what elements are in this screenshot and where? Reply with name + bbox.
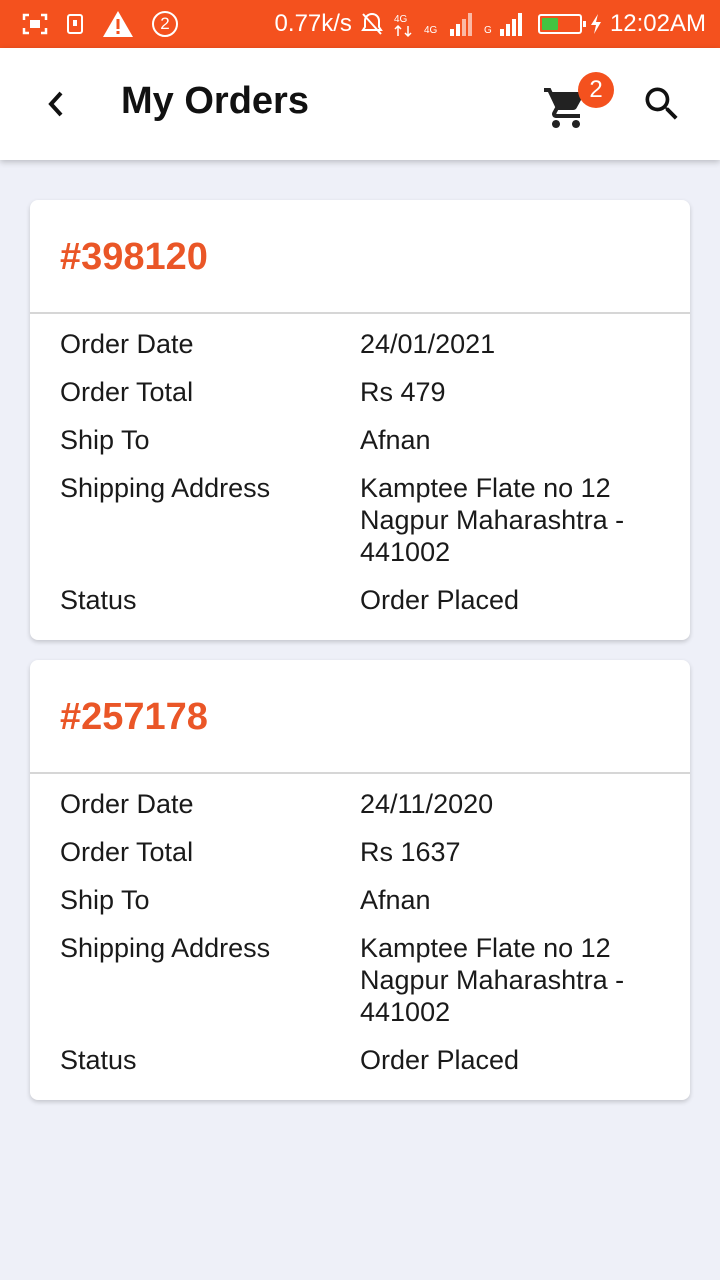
net-speed: 0.77k/s (274, 10, 352, 37)
shipping-address-label: Shipping Address (60, 473, 271, 503)
order-date-value: 24/11/2020 (360, 789, 494, 819)
notification-count: 2 (160, 14, 170, 33)
clock: 12:02AM (609, 10, 706, 37)
shipping-address-value: Kamptee Flate no 12 Nagpur Maharashtra -… (360, 472, 660, 568)
svg-text:4G: 4G (424, 25, 438, 36)
ship-to-row: Ship To Afnan (60, 424, 660, 456)
order-id: #398120 (60, 236, 208, 278)
order-card[interactable]: #257178 Order Date 24/11/2020 Order Tota… (30, 660, 690, 1100)
order-date-label: Order Date (60, 789, 194, 819)
order-date-row: Order Date 24/11/2020 (60, 788, 660, 820)
app-bar: My Orders 2 (0, 48, 720, 160)
address-line: 441002 (360, 537, 451, 567)
ship-to-label: Ship To (60, 425, 150, 455)
status-label: Status (60, 1045, 137, 1075)
status-label: Status (60, 585, 137, 615)
status-value: Order Placed (360, 1045, 520, 1075)
address-line: Kamptee Flate no 12 (360, 473, 611, 503)
ship-to-value: Afnan (360, 425, 431, 455)
order-card[interactable]: #398120 Order Date 24/01/2021 Order Tota… (30, 200, 690, 640)
order-total-label: Order Total (60, 837, 194, 867)
ship-to-row: Ship To Afnan (60, 884, 660, 916)
signal-icon: G (484, 13, 522, 36)
order-details: Order Date 24/11/2020 Order Total Rs 163… (30, 774, 690, 1100)
status-row: Status Order Placed (60, 1044, 660, 1076)
cart-count: 2 (589, 76, 603, 103)
shipping-address-row: Shipping Address Kamptee Flate no 12 Nag… (60, 472, 660, 568)
page-title: My Orders (121, 80, 309, 122)
order-total-row: Order Total Rs 1637 (60, 836, 660, 868)
status-row: Status Order Placed (60, 584, 660, 616)
svg-text:4G: 4G (394, 14, 408, 25)
cart-button[interactable]: 2 (540, 72, 614, 134)
order-total-value: Rs 1637 (360, 837, 461, 867)
order-date-row: Order Date 24/01/2021 (60, 328, 660, 360)
order-total-label: Order Total (60, 377, 194, 407)
mute-icon (361, 12, 383, 35)
back-button[interactable] (36, 78, 76, 130)
screenshot-icon (22, 13, 48, 35)
order-details: Order Date 24/01/2021 Order Total Rs 479… (30, 314, 690, 640)
search-button[interactable] (640, 82, 688, 130)
search-icon (645, 87, 678, 120)
status-value: Order Placed (360, 585, 520, 615)
order-total-row: Order Total Rs 479 (60, 376, 660, 408)
shipping-address-value: Kamptee Flate no 12 Nagpur Maharashtra -… (360, 932, 660, 1028)
battery-level (541, 18, 559, 30)
order-header: #257178 (30, 660, 690, 774)
order-header: #398120 (30, 200, 690, 314)
address-line: Nagpur Maharashtra - (360, 965, 625, 995)
warning-icon (103, 11, 133, 37)
shipping-address-label: Shipping Address (60, 933, 271, 963)
order-id: #257178 (60, 696, 208, 738)
chevron-left-icon (48, 91, 63, 117)
data-arrows-icon: 4G (394, 14, 412, 38)
ship-to-label: Ship To (60, 885, 150, 915)
order-date-label: Order Date (60, 329, 194, 359)
charging-icon (590, 14, 601, 34)
ship-to-value: Afnan (360, 885, 431, 915)
orders-list: #398120 Order Date 24/01/2021 Order Tota… (30, 200, 690, 1120)
notification-count-icon: 2 (152, 11, 178, 37)
order-total-value: Rs 479 (360, 377, 446, 407)
address-line: 441002 (360, 997, 451, 1027)
address-line: Nagpur Maharashtra - (360, 505, 625, 535)
address-line: Kamptee Flate no 12 (360, 933, 611, 963)
status-bar: 2 0.77k/s 4G 4G G 12:02AM (0, 0, 720, 48)
sim-icon (67, 14, 83, 34)
order-date-value: 24/01/2021 (360, 329, 496, 359)
shipping-address-row: Shipping Address Kamptee Flate no 12 Nag… (60, 932, 660, 1028)
svg-text:G: G (484, 25, 492, 36)
cart-count-badge: 2 (578, 72, 614, 108)
battery-icon (537, 14, 586, 34)
signal-icon: 4G (424, 13, 472, 36)
